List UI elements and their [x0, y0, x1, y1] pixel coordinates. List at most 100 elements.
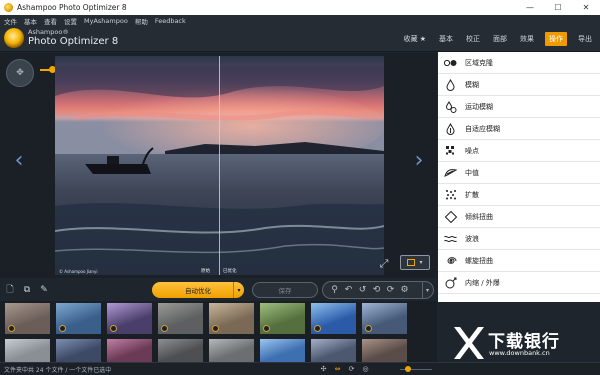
- next-image-icon[interactable]: ›: [412, 148, 426, 174]
- resize-icon[interactable]: ⇔: [332, 364, 343, 374]
- rotate-right-icon[interactable]: ⟳: [384, 284, 397, 297]
- menu-view[interactable]: 查看: [44, 16, 57, 26]
- menu-settings[interactable]: 设置: [64, 16, 77, 26]
- menu-basic[interactable]: 基本: [24, 16, 37, 26]
- sunset-beach-photo[interactable]: 原始 已优化 © Ashampoo Jianyi: [55, 56, 384, 275]
- thumbnail-image[interactable]: [158, 303, 203, 334]
- clone-area-icon: [444, 57, 457, 69]
- tool-blur[interactable]: 模糊: [438, 74, 600, 96]
- menu-feedback[interactable]: Feedback: [155, 17, 186, 25]
- thumbnail-image[interactable]: [260, 303, 305, 334]
- noise-icon: [444, 145, 457, 157]
- undo-icon[interactable]: ↶: [342, 284, 355, 297]
- thumbnail-image[interactable]: [107, 339, 152, 362]
- tool-swirl[interactable]: 螺旋扭曲: [438, 250, 600, 272]
- wave-icon: [444, 233, 457, 245]
- tab-correction[interactable]: 校正: [464, 32, 482, 46]
- thumbnail-size-handle[interactable]: [405, 366, 411, 372]
- previous-image-icon[interactable]: ‹: [12, 148, 26, 174]
- tool-skew-distort[interactable]: 倾斜扭曲: [438, 206, 600, 228]
- thumbnail-image[interactable]: [107, 303, 152, 334]
- save-label: 保存: [278, 287, 292, 295]
- thumbnail-image[interactable]: [362, 303, 407, 334]
- tool-diffuse[interactable]: 扩散: [438, 184, 600, 206]
- refresh-icon[interactable]: ⟳: [346, 364, 357, 374]
- thumbnail-image[interactable]: [56, 303, 101, 334]
- new-file-icon[interactable]: 🗋: [4, 283, 16, 296]
- thumbnail-image[interactable]: [209, 303, 254, 334]
- action-toolbar: 🗋 ⧉ ✎ 自动优化 ▾ 保存 ⚲ ↶ ↺ ⟲ ⟳ ⚙ ▾: [0, 279, 437, 301]
- tool-label: 螺旋扭曲: [465, 256, 493, 265]
- thumbnail-image[interactable]: [5, 303, 50, 334]
- menu-file[interactable]: 文件: [4, 16, 17, 26]
- thumbnail-status-icon: [212, 325, 219, 332]
- tool-wave[interactable]: 波浪: [438, 228, 600, 250]
- menu-help[interactable]: 帮助: [135, 16, 148, 26]
- optimized-label: 已优化: [223, 269, 237, 274]
- minimize-button[interactable]: —: [516, 0, 544, 15]
- chevron-down-icon[interactable]: ▾: [422, 281, 432, 299]
- thumbnail-image[interactable]: [311, 339, 356, 362]
- thumbnail-status-icon: [314, 325, 321, 332]
- thumbnail-strip: [0, 301, 437, 362]
- rotate-left-icon[interactable]: ⟲: [370, 284, 383, 297]
- tool-median[interactable]: 中值: [438, 162, 600, 184]
- thumbnail-image[interactable]: [5, 339, 50, 362]
- close-button[interactable]: ✕: [572, 0, 600, 15]
- tool-noise[interactable]: 噪点: [438, 140, 600, 162]
- thumbnail-image[interactable]: [260, 339, 305, 362]
- tool-clone-area[interactable]: 区域克隆: [438, 52, 600, 74]
- status-text: 文件夹中共 24 个文件 / 一个文件已选中: [4, 367, 112, 374]
- thumbnail-size-slider[interactable]: [400, 366, 432, 372]
- compare-view-toggle[interactable]: ▾: [400, 255, 430, 270]
- auto-optimize-button[interactable]: 自动优化 ▾: [152, 282, 244, 298]
- tool-pinch-explode[interactable]: 内缩 / 外爆: [438, 272, 600, 294]
- title-bar: Ashampoo Photo Optimizer 8 — ☐ ✕: [0, 0, 600, 15]
- tool-label: 自适应模糊: [465, 124, 500, 133]
- nav-tabs: 收藏 ★ 基本 校正 面部 效果 操作 导出: [392, 32, 594, 46]
- thumbnail-image[interactable]: [56, 339, 101, 362]
- thumbnail-status-icon: [161, 325, 168, 332]
- tab-face[interactable]: 面部: [491, 32, 509, 46]
- median-icon: [444, 167, 457, 179]
- thumbnail-image[interactable]: [362, 339, 407, 362]
- fullscreen-expand-icon[interactable]: ⤢: [377, 257, 391, 271]
- tab-favorites[interactable]: 收藏 ★: [401, 32, 428, 46]
- blur-drop-icon: [444, 78, 457, 91]
- edit-tools-group: ⚲ ↶ ↺ ⟲ ⟳ ⚙ ▾: [322, 281, 434, 299]
- brush-icon[interactable]: ✎: [38, 283, 50, 296]
- save-button[interactable]: 保存: [252, 282, 318, 298]
- brand-subtitle: Ashampoo®: [28, 28, 69, 36]
- tool-motion-blur[interactable]: 运动模糊: [438, 96, 600, 118]
- pan-control-icon[interactable]: ✥: [6, 59, 34, 87]
- sync-icon[interactable]: ◎: [360, 364, 371, 374]
- copy-file-icon[interactable]: ⧉: [21, 283, 33, 296]
- undo-all-icon[interactable]: ↺: [356, 284, 369, 297]
- gear-icon[interactable]: ⚙: [398, 284, 411, 297]
- downbank-watermark: 下载银行 www.downbank.cn: [448, 323, 598, 367]
- thumbnail-image[interactable]: [311, 303, 356, 334]
- watermark-url: www.downbank.cn: [489, 349, 550, 357]
- tab-effects[interactable]: 效果: [518, 32, 536, 46]
- tool-label: 中值: [465, 168, 479, 177]
- thumbnail-status-icon: [110, 325, 117, 332]
- tool-label: 扩散: [465, 190, 479, 199]
- chevron-down-icon[interactable]: ▾: [233, 282, 244, 298]
- adaptive-blur-icon: [444, 122, 457, 135]
- tab-export[interactable]: 导出: [576, 32, 594, 46]
- menu-myashampoo[interactable]: MyAshampoo: [84, 17, 128, 25]
- move-icon[interactable]: ✣: [318, 364, 329, 374]
- magic-wand-icon[interactable]: ⚲: [328, 284, 341, 297]
- thumbnail-status-icon: [263, 325, 270, 332]
- thumbnail-image[interactable]: [209, 339, 254, 362]
- diffuse-icon: [444, 189, 457, 201]
- watermark-x-logo: [454, 327, 484, 359]
- tab-operations[interactable]: 操作: [545, 32, 567, 46]
- tool-adaptive-blur[interactable]: 自适应模糊: [438, 118, 600, 140]
- maximize-button[interactable]: ☐: [544, 0, 572, 15]
- thumbnail-image[interactable]: [158, 339, 203, 362]
- tab-basic[interactable]: 基本: [437, 32, 455, 46]
- auto-optimize-label: 自动优化: [185, 287, 211, 295]
- pinch-explode-icon: [444, 277, 457, 289]
- compare-split-line[interactable]: [219, 56, 220, 275]
